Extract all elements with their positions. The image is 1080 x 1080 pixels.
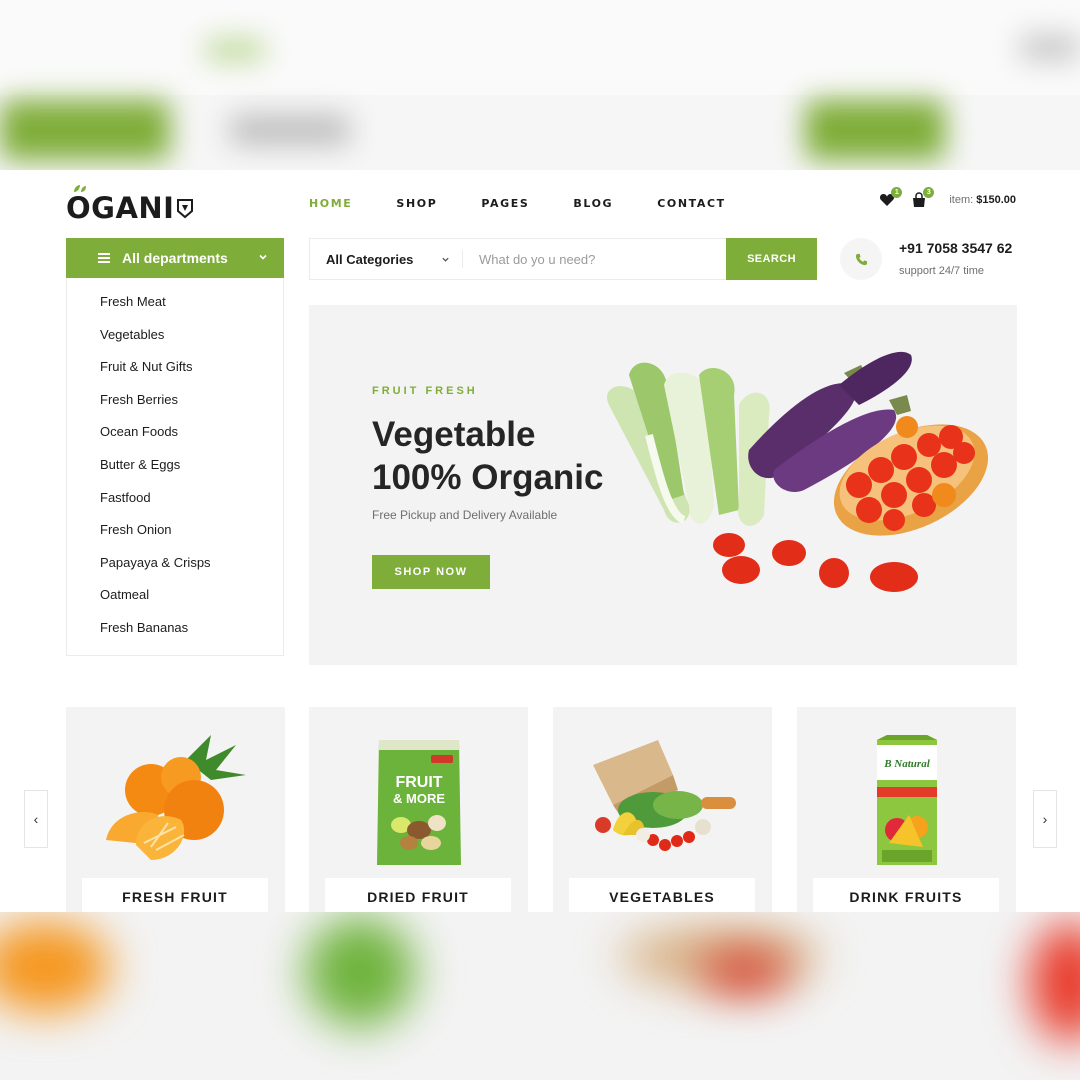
department-item[interactable]: Fresh Meat	[67, 294, 283, 327]
department-item[interactable]: Fruit & Nut Gifts	[67, 359, 283, 392]
oranges-image	[106, 735, 246, 860]
bag-text-fruit: FRUIT	[395, 774, 442, 791]
department-item[interactable]: Fresh Berries	[67, 392, 283, 425]
category-card-drink-fruits[interactable]: B Natural DRINK FRUITS	[797, 707, 1016, 912]
departments-list: Fresh Meat Vegetables Fruit & Nut Gifts …	[66, 278, 284, 656]
cart-count-badge: 3	[923, 187, 935, 198]
department-item[interactable]: Oatmeal	[67, 587, 283, 620]
all-departments-label: All departments	[122, 250, 228, 266]
page-content: OGANI HOME SHOP PAGES BLOG CONTACT 1 3 i…	[0, 170, 1080, 912]
cart-button[interactable]: 3	[911, 187, 935, 208]
cart-total-label: item:	[949, 194, 974, 206]
blurred-background-bottom	[0, 912, 1080, 1080]
blurred-background-top	[0, 0, 1080, 170]
main-nav: HOME SHOP PAGES BLOG CONTACT	[309, 197, 770, 210]
chevron-down-icon	[259, 254, 267, 260]
search-input[interactable]	[463, 239, 726, 279]
department-item[interactable]: Papayaya & Crisps	[67, 555, 283, 588]
leaf-icon	[74, 185, 86, 192]
header-actions: 1 3 item: $150.00	[879, 187, 1016, 208]
category-card-vegetables[interactable]: VEGETABLES	[553, 707, 772, 912]
chevron-down-icon	[442, 257, 449, 262]
logo[interactable]: OGANI	[66, 185, 194, 228]
category-label: DRIED FRUIT	[325, 878, 511, 912]
cart-total-value: $150.00	[976, 194, 1016, 206]
support-hours: support 24/7 time	[899, 265, 984, 277]
all-departments-button[interactable]: All departments	[66, 238, 284, 278]
logo-text: OGANI	[66, 191, 175, 225]
department-item[interactable]: Ocean Foods	[67, 424, 283, 457]
carousel-next-button[interactable]: ›	[1033, 790, 1057, 848]
chevron-left-icon: ‹	[33, 811, 39, 827]
hero-banner: FRUIT FRESH Vegetable 100% Organic Free …	[309, 305, 1017, 665]
support-phone-number: +91 7058 3547 62	[899, 240, 1013, 256]
vegetables-image	[607, 351, 989, 592]
nav-pages[interactable]: PAGES	[481, 197, 529, 210]
category-select-label: All Categories	[326, 251, 414, 267]
hero-title: Vegetable 100% Organic	[372, 413, 604, 499]
phone-icon	[855, 253, 867, 265]
carousel-prev-button[interactable]: ‹	[24, 790, 48, 848]
category-label: DRINK FRUITS	[813, 878, 999, 912]
department-item[interactable]: Fresh Onion	[67, 522, 283, 555]
hero-title-line2: 100% Organic	[372, 458, 604, 497]
nav-contact[interactable]: CONTACT	[657, 197, 726, 210]
category-select[interactable]: All Categories	[310, 239, 462, 279]
support-contact: +91 7058 3547 62 support 24/7 time	[840, 238, 1012, 280]
grocery-bag-image	[593, 740, 736, 851]
department-item[interactable]: Fastfood	[67, 490, 283, 523]
juice-brand-text: B Natural	[883, 758, 930, 770]
department-item[interactable]: Butter & Eggs	[67, 457, 283, 490]
wishlist-button[interactable]: 1	[879, 187, 903, 208]
category-card-dried-fruit[interactable]: FRUIT & MORE DRIED FRUIT	[309, 707, 528, 912]
search-button[interactable]: SEARCH	[726, 238, 817, 280]
chevron-right-icon: ›	[1042, 811, 1048, 827]
menu-icon	[98, 253, 110, 263]
wishlist-count-badge: 1	[891, 187, 903, 198]
shield-icon	[177, 199, 194, 219]
juice-carton-image: B Natural	[877, 735, 937, 865]
search-bar: All Categories SEARCH	[309, 238, 817, 280]
category-label: FRESH FRUIT	[82, 878, 268, 912]
nav-blog[interactable]: BLOG	[573, 197, 613, 210]
nav-home[interactable]: HOME	[309, 197, 352, 210]
hero-kicker: FRUIT FRESH	[372, 385, 478, 397]
bag-text-and-more: & MORE	[393, 791, 445, 806]
hero-subtitle: Free Pickup and Delivery Available	[372, 508, 558, 522]
nav-shop[interactable]: SHOP	[396, 197, 437, 210]
category-card-fresh-fruit[interactable]: FRESH FRUIT	[66, 707, 285, 912]
cart-total: item: $150.00	[949, 194, 1016, 206]
hero-title-line1: Vegetable	[372, 415, 536, 454]
shop-now-button[interactable]: SHOP NOW	[372, 555, 490, 589]
department-item[interactable]: Fresh Bananas	[67, 620, 283, 653]
phone-button[interactable]	[840, 238, 882, 280]
category-label: VEGETABLES	[569, 878, 755, 912]
dried-fruit-bag-image: FRUIT & MORE	[377, 740, 461, 865]
department-item[interactable]: Vegetables	[67, 327, 283, 360]
